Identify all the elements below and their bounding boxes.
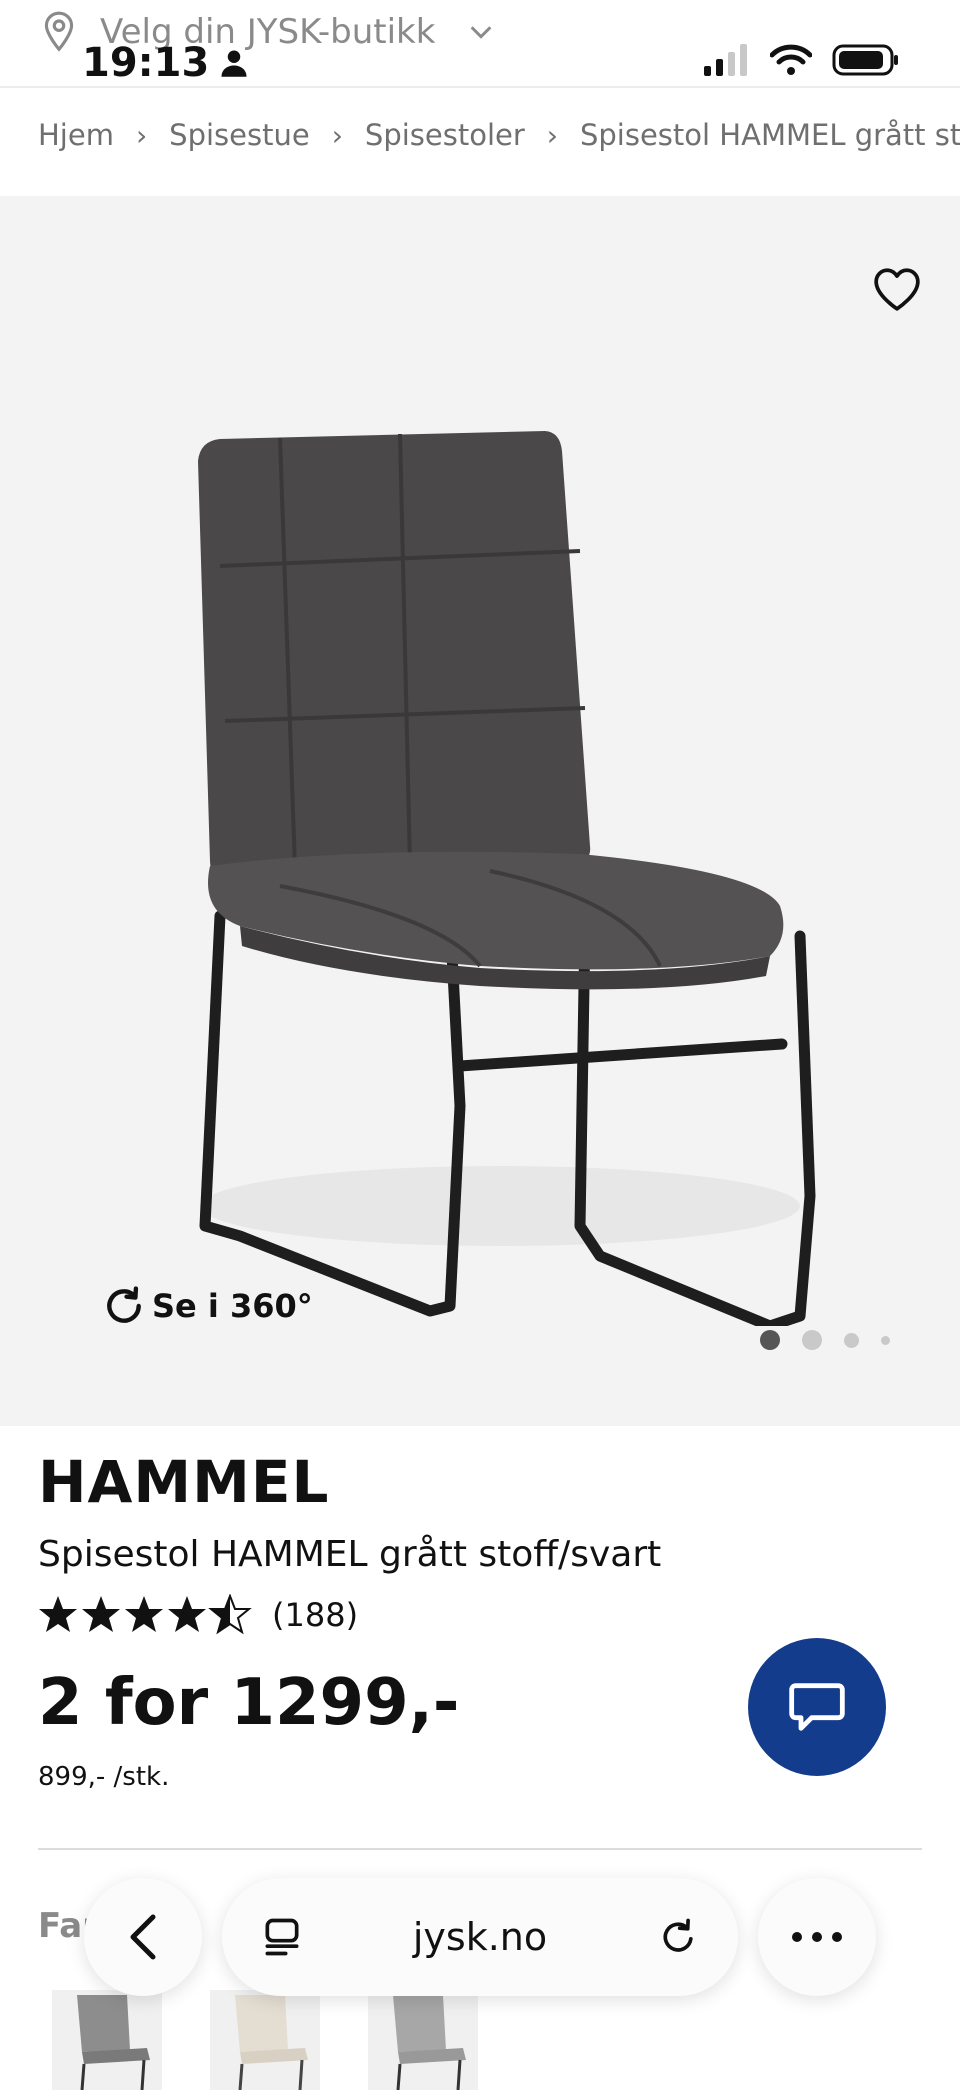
- chevron-left-icon: [130, 1914, 156, 1960]
- variant-thumbnail[interactable]: [52, 1990, 162, 2090]
- browser-address-bar[interactable]: jysk.no: [222, 1878, 738, 1996]
- pagination-dot[interactable]: [802, 1330, 822, 1350]
- chevron-down-icon: [471, 26, 492, 39]
- breadcrumb-item-chairs[interactable]: Spisestoler: [365, 118, 525, 152]
- chat-button[interactable]: [748, 1638, 886, 1776]
- status-icons: [704, 44, 900, 76]
- product-image-chair: [198, 431, 816, 1326]
- breadcrumb-item-home[interactable]: Hjem: [38, 118, 114, 152]
- battery-icon: [832, 44, 898, 76]
- wifi-icon: [770, 44, 812, 75]
- breadcrumb-separator: ›: [135, 118, 148, 152]
- person-icon: [221, 50, 247, 77]
- status-time: 19:13: [82, 40, 249, 86]
- pagination-dot[interactable]: [844, 1332, 859, 1348]
- gallery-pagination: [760, 1330, 890, 1350]
- tab-overview-icon[interactable]: [260, 1915, 304, 1959]
- breadcrumb-separator: ›: [546, 118, 558, 152]
- product-rating[interactable]: (188): [38, 1594, 358, 1636]
- signal-icon: [704, 44, 747, 76]
- product-gallery[interactable]: Se i 360°: [0, 196, 960, 1426]
- pagination-dot[interactable]: [881, 1335, 890, 1345]
- product-brand: HAMMEL: [38, 1448, 330, 1516]
- star-rating-icons: [39, 1595, 250, 1633]
- rotate-icon: [107, 1286, 141, 1323]
- variant-thumbnail[interactable]: [210, 1990, 320, 2090]
- time-text: 19:13: [82, 40, 210, 86]
- color-variant-list: [52, 1990, 478, 2090]
- breadcrumb-item-current: Spisestol HAMMEL grått sto: [579, 118, 960, 152]
- product-title: Spisestol HAMMEL grått stoff/svart: [38, 1534, 662, 1575]
- pagination-dot-active[interactable]: [760, 1330, 780, 1350]
- unit-price: 899,- /stk.: [38, 1762, 170, 1792]
- product-price: 2 for 1299,-: [38, 1666, 460, 1740]
- more-dots-icon: [792, 1932, 842, 1942]
- browser-url: jysk.no: [412, 1915, 548, 1959]
- breadcrumb-item-dining[interactable]: Spisestue: [169, 118, 310, 152]
- view-360-label: Se i 360°: [152, 1287, 313, 1325]
- browser-toolbar: jysk.no: [0, 1872, 960, 2002]
- top-bar: Velg din JYSK-butikk 19:13: [0, 0, 960, 88]
- browser-more-button[interactable]: [758, 1878, 876, 1996]
- rating-count: (188): [272, 1596, 359, 1634]
- variant-thumbnail[interactable]: [368, 1990, 478, 2090]
- location-pin-icon: [44, 11, 74, 52]
- browser-back-button[interactable]: [84, 1878, 202, 1996]
- divider: [38, 1848, 922, 1850]
- breadcrumb-separator: ›: [331, 118, 343, 152]
- breadcrumb: Hjem › Spisestue › Spisestoler › Spisest…: [38, 118, 960, 152]
- chat-bubble-icon: [789, 1683, 845, 1731]
- view-360-button[interactable]: Se i 360°: [102, 1284, 313, 1328]
- heart-icon[interactable]: [872, 266, 922, 312]
- reload-icon[interactable]: [656, 1915, 700, 1959]
